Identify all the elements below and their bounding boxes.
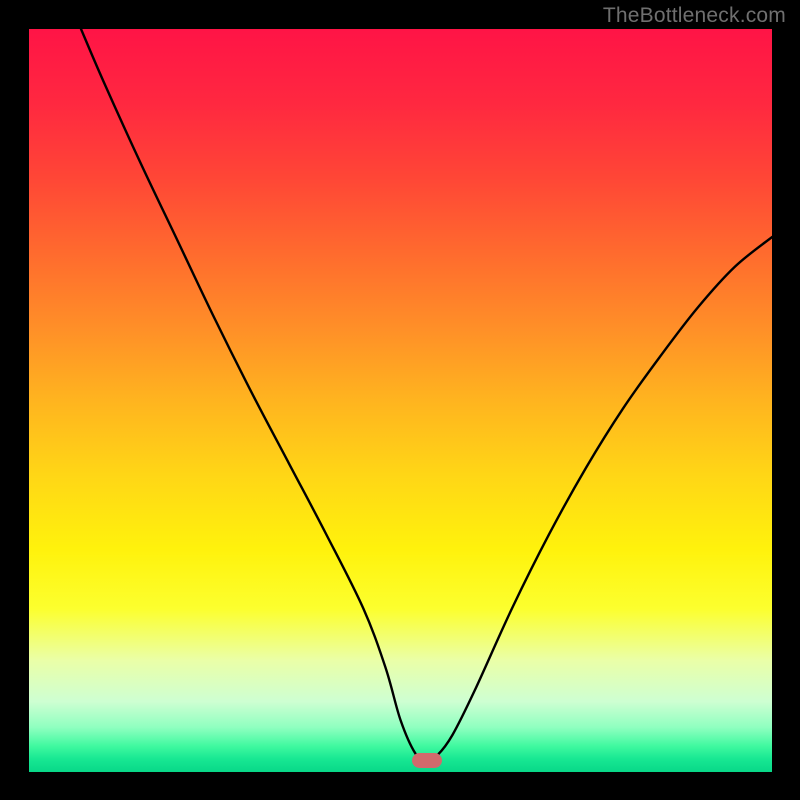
min-marker: [412, 753, 442, 768]
watermark-text: TheBottleneck.com: [603, 4, 786, 28]
plot-area: [29, 29, 772, 772]
bottleneck-curve: [29, 29, 772, 772]
chart-frame: TheBottleneck.com: [0, 0, 800, 800]
